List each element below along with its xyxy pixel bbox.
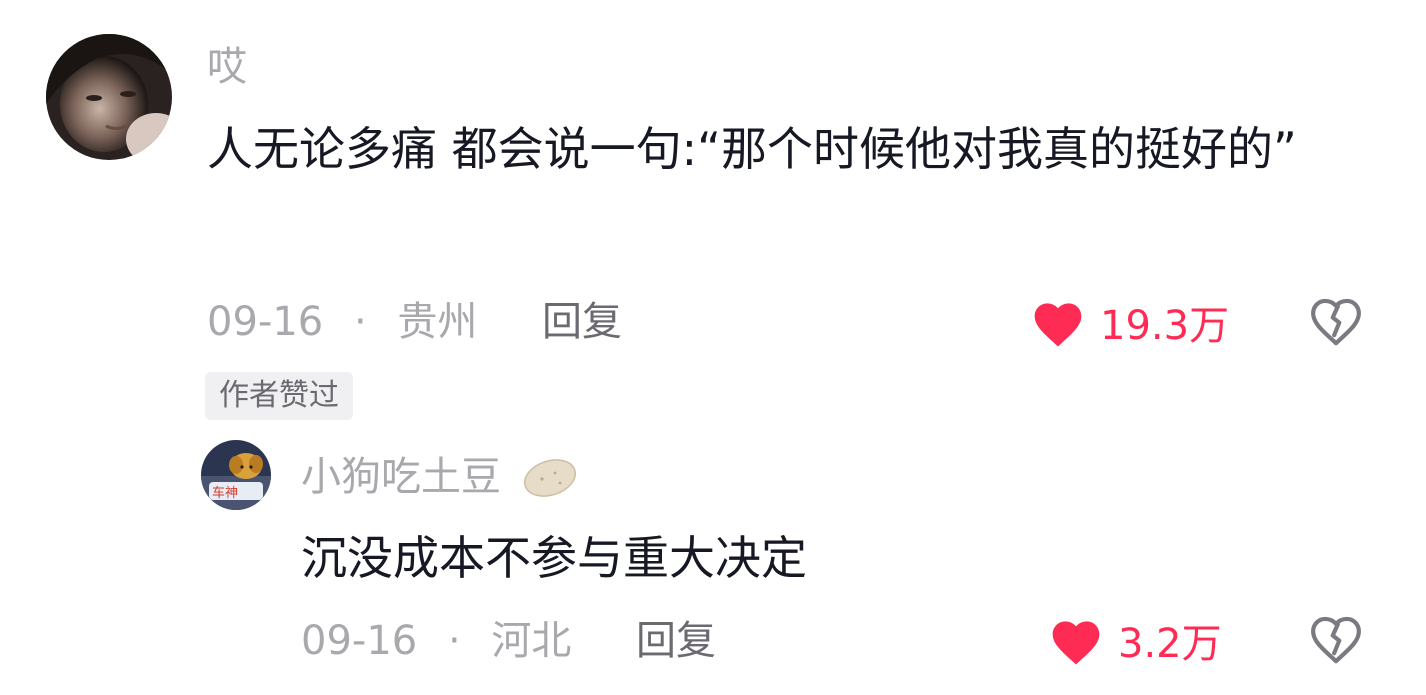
commenter-username[interactable]: 哎	[207, 44, 247, 90]
heart-icon	[1052, 621, 1100, 665]
replier-avatar[interactable]: 车神	[201, 440, 271, 510]
comment-meta: 09-16 · 贵州	[207, 299, 477, 345]
reply-location: 河北	[491, 618, 572, 664]
broken-heart-icon	[1311, 616, 1361, 664]
heart-icon	[1034, 303, 1082, 347]
reply-button-2[interactable]: 回复	[636, 618, 716, 664]
reply-text: 沉没成本不参与重大决定	[301, 531, 807, 585]
broken-heart-icon	[1311, 298, 1361, 346]
reply-date: 09-16	[301, 618, 418, 664]
like-button-2[interactable]: 3.2万	[1048, 612, 1222, 668]
like-count: 3.2万	[1118, 621, 1222, 667]
avatar-photo	[46, 34, 172, 160]
like-count: 19.3万	[1100, 303, 1230, 349]
dislike-button-2[interactable]	[1308, 612, 1364, 666]
replier-username-text: 小狗吃土豆	[301, 454, 501, 500]
like-button[interactable]: 19.3万	[1030, 294, 1229, 350]
reply-meta: 09-16 · 河北	[301, 618, 571, 664]
comment-date: 09-16	[207, 299, 324, 345]
avatar-image: 车神	[201, 440, 271, 510]
meta-separator: ·	[447, 618, 461, 664]
reply-button[interactable]: 回复	[542, 299, 622, 345]
potato-icon	[523, 459, 577, 497]
svg-text:车神: 车神	[212, 485, 238, 501]
dislike-button[interactable]	[1308, 294, 1364, 348]
author-liked-badge: 作者赞过	[205, 372, 353, 420]
commenter-avatar[interactable]	[46, 34, 172, 160]
meta-separator: ·	[353, 299, 367, 345]
replier-username[interactable]: 小狗吃土豆	[301, 454, 501, 500]
comment-text: 人无论多痛 都会说一句:“那个时候他对我真的挺好的”	[207, 122, 1297, 176]
comment-location: 贵州	[397, 299, 478, 345]
